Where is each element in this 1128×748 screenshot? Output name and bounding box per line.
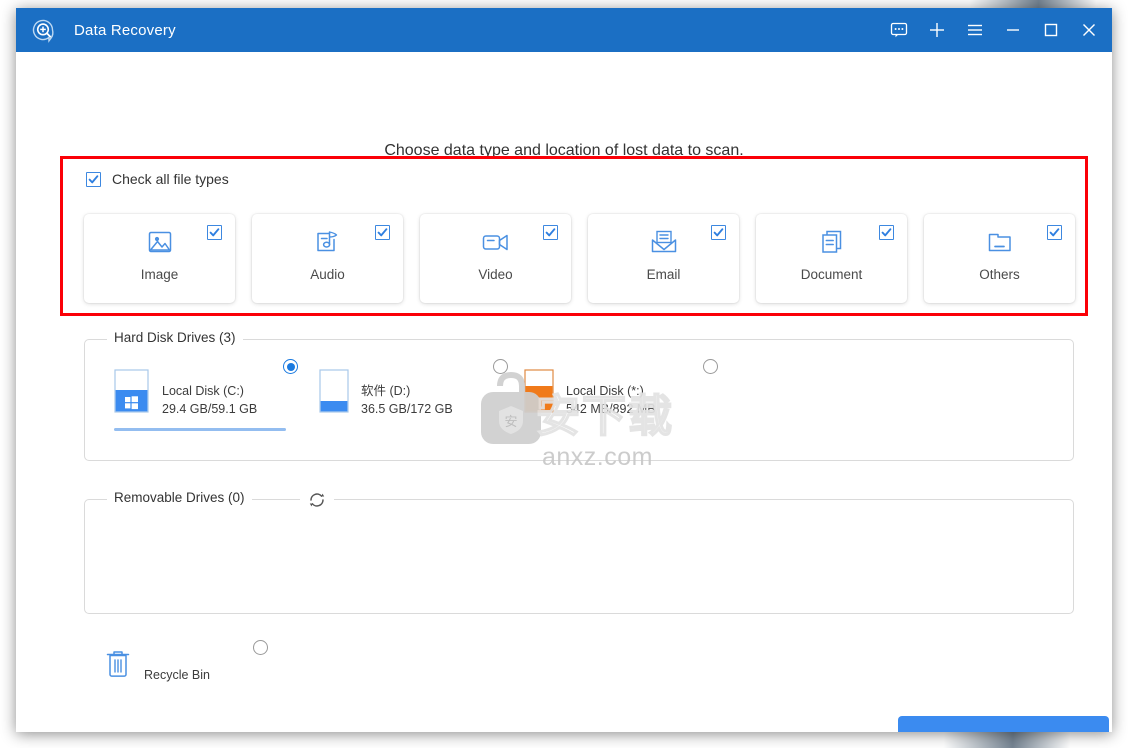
file-type-label: Email <box>646 267 681 282</box>
file-type-label: Video <box>478 267 513 282</box>
recycle-bin-radio[interactable] <box>253 640 268 655</box>
menu-icon[interactable] <box>956 8 994 52</box>
file-type-card-others[interactable]: Others <box>924 214 1075 303</box>
email-icon <box>648 225 680 259</box>
drive-radio-local-disk-c[interactable] <box>283 359 298 374</box>
drive-icon <box>319 368 349 419</box>
maximize-icon[interactable] <box>1032 8 1070 52</box>
video-checkbox[interactable] <box>543 225 558 240</box>
scan-button[interactable]: Scan <box>898 716 1109 732</box>
drive-text-block: Local Disk (C:) 29.4 GB/59.1 GB <box>162 368 257 418</box>
file-type-card-document[interactable]: Document <box>756 214 907 303</box>
drive-item-local-disk-star[interactable]: Local Disk (*:) 542 MB/892 MB <box>524 359 718 419</box>
drive-text-block: Local Disk (*:) 542 MB/892 MB <box>566 368 656 418</box>
email-checkbox[interactable] <box>711 225 726 240</box>
document-checkbox[interactable] <box>879 225 894 240</box>
plus-icon[interactable] <box>918 8 956 52</box>
file-type-card-video[interactable]: Video <box>420 214 571 303</box>
file-type-label: Others <box>979 267 1020 282</box>
drive-icon <box>524 368 554 419</box>
recycle-bin-label: Recycle Bin <box>144 668 210 682</box>
document-icon <box>817 225 847 259</box>
others-checkbox[interactable] <box>1047 225 1062 240</box>
hard-disk-drives-legend: Hard Disk Drives (3) <box>107 330 243 345</box>
audio-icon <box>313 225 343 259</box>
app-logo-icon <box>30 17 56 43</box>
drive-item-software-d[interactable]: 软件 (D:) 36.5 GB/172 GB <box>319 359 508 419</box>
drive-size: 36.5 GB/172 GB <box>361 402 453 417</box>
refresh-icon[interactable] <box>300 489 334 511</box>
folder-icon <box>985 225 1015 259</box>
desktop-background: Data Recovery Choose data type and locat… <box>0 0 1128 748</box>
hard-disk-drives-group: Hard Disk Drives (3) Local Disk (C:) 29.… <box>84 330 1074 461</box>
drive-size: 542 MB/892 MB <box>566 402 656 417</box>
file-type-label: Image <box>140 267 179 282</box>
trash-icon <box>104 647 132 684</box>
windows-drive-icon <box>114 368 150 419</box>
minimize-icon[interactable] <box>994 8 1032 52</box>
removable-drives-group: Removable Drives (0) <box>84 489 1074 614</box>
drive-name: Local Disk (*:) <box>566 384 644 398</box>
audio-checkbox[interactable] <box>375 225 390 240</box>
check-all-file-types-row[interactable]: Check all file types <box>86 171 229 187</box>
drive-usage-bar <box>114 428 286 431</box>
file-type-label: Document <box>800 267 863 282</box>
drive-radio-software-d[interactable] <box>493 359 508 374</box>
drive-name: Local Disk (C:) <box>162 384 244 398</box>
image-icon <box>145 225 175 259</box>
drive-radio-local-disk-star[interactable] <box>703 359 718 374</box>
window-title: Data Recovery <box>74 21 176 39</box>
main-content: Choose data type and location of lost da… <box>16 52 1112 732</box>
drive-name: 软件 (D:) <box>361 384 411 398</box>
data-recovery-window: Data Recovery Choose data type and locat… <box>16 8 1112 732</box>
recycle-bin-row[interactable]: Recycle Bin <box>104 647 210 684</box>
video-icon <box>480 225 512 259</box>
file-type-card-audio[interactable]: Audio <box>252 214 403 303</box>
image-checkbox[interactable] <box>207 225 222 240</box>
title-bar: Data Recovery <box>16 8 1112 52</box>
feedback-icon[interactable] <box>880 8 918 52</box>
drive-item-local-disk-c[interactable]: Local Disk (C:) 29.4 GB/59.1 GB <box>114 359 298 431</box>
file-type-card-row: Image Audio Video Email Document Others <box>84 214 1075 303</box>
close-icon[interactable] <box>1070 8 1108 52</box>
drive-size: 29.4 GB/59.1 GB <box>162 402 258 417</box>
check-all-label: Check all file types <box>112 171 229 187</box>
page-title: Choose data type and location of lost da… <box>384 142 744 159</box>
file-type-card-email[interactable]: Email <box>588 214 739 303</box>
drive-text-block: 软件 (D:) 36.5 GB/172 GB <box>361 368 453 418</box>
file-type-card-image[interactable]: Image <box>84 214 235 303</box>
removable-drives-legend: Removable Drives (0) <box>107 490 252 505</box>
file-type-label: Audio <box>310 267 345 282</box>
check-all-checkbox[interactable] <box>86 171 101 187</box>
